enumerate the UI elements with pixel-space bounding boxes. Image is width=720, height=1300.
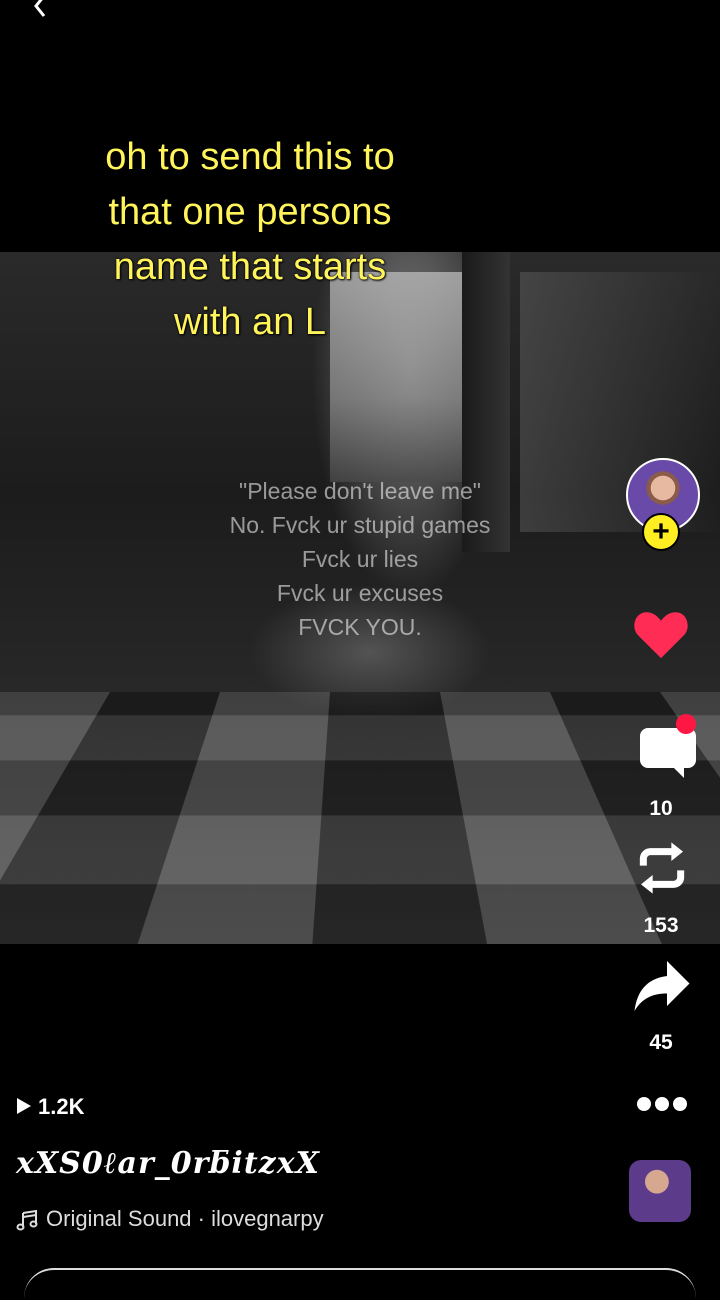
repost-count: 153 (643, 914, 679, 937)
music-note-icon (16, 1210, 38, 1231)
sound-link[interactable]: Original Sound · ilovegnarpy (16, 1206, 324, 1232)
comment-count: 10 (649, 797, 673, 820)
heart-icon[interactable] (632, 606, 690, 662)
video-overlay-text: "Please don't leave me" No. Fvck ur stup… (160, 474, 560, 644)
view-count: 1.2K (16, 1094, 84, 1120)
video-caption: oh to send this to that one persons name… (40, 130, 460, 350)
video-floor (0, 692, 720, 944)
overlay-line: No. Fvck ur stupid games (229, 512, 491, 538)
overlay-line: "Please don't leave me" (239, 478, 481, 504)
caption-line: with an L (173, 301, 327, 343)
repost-icon[interactable] (633, 840, 691, 896)
share-icon[interactable] (632, 958, 692, 1014)
home-indicator (24, 1268, 696, 1300)
share-count: 45 (649, 1031, 673, 1054)
view-count-value: 1.2K (38, 1094, 85, 1119)
overlay-line: FVCK YOU. (298, 614, 422, 640)
more-icon[interactable] (636, 1094, 688, 1114)
play-icon (17, 1098, 31, 1114)
follow-button[interactable]: + (642, 513, 680, 551)
comment-icon[interactable] (636, 712, 700, 780)
caption-line: that one persons (108, 191, 392, 233)
overlay-line: Fvck ur lies (301, 546, 419, 572)
overlay-line: Fvck ur excuses (276, 580, 444, 606)
sound-disc[interactable] (629, 1160, 691, 1222)
creator-username[interactable]: xXS0ℓar_0rƃitzxX (16, 1146, 320, 1181)
sound-label: Original Sound · ilovegnarpy (46, 1206, 324, 1231)
back-icon[interactable] (30, 0, 54, 18)
caption-line: oh to send this to (105, 136, 395, 178)
caption-line: name that starts (113, 246, 387, 288)
